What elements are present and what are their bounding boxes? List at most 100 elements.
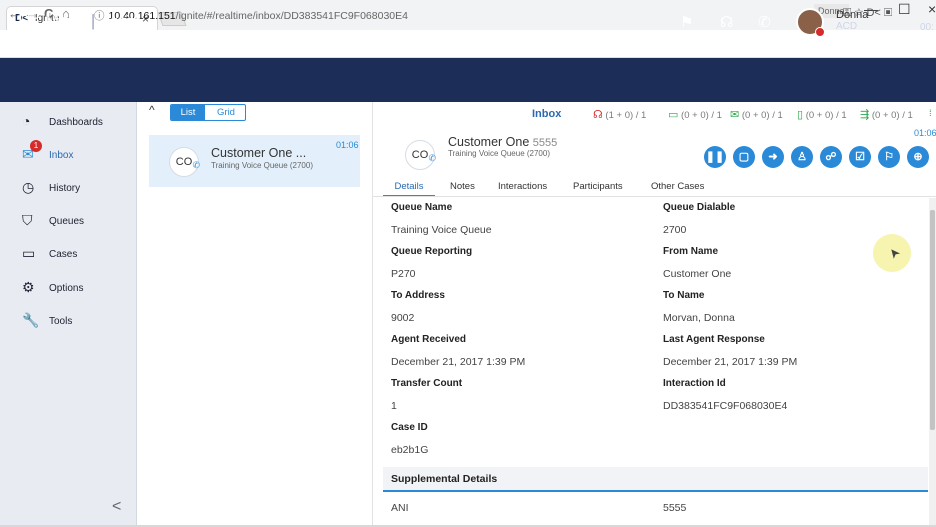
stop-button[interactable]: ▢ — [733, 146, 755, 168]
sms-icon: ▯ — [797, 109, 804, 121]
flag-icon[interactable]: ⚑ — [680, 13, 693, 31]
field-value: December 21, 2017 1:39 PM — [663, 356, 798, 368]
header-timer: 00: — [920, 22, 934, 33]
conference-button[interactable]: ♙ — [791, 146, 813, 168]
gear-icon: ⚙ — [22, 279, 35, 295]
sidebar-item-label: Cases — [49, 249, 78, 260]
address-bar-row — [0, 30, 936, 58]
supplemental-label: ANI — [391, 502, 409, 514]
url-path: /ignite/#/realtime/inbox/DD383541FC9F068… — [175, 10, 408, 22]
details-scrollbar[interactable] — [929, 198, 936, 527]
voice-icon: ☊ — [593, 109, 603, 121]
help-button[interactable]: ⊕ — [907, 146, 929, 168]
tab-interactions[interactable]: Interactions — [498, 181, 547, 192]
open-media-counter-text: (0 + 0) / 1 — [871, 110, 913, 121]
logo-separator: | — [90, 11, 96, 30]
sidebar-item-queues[interactable]: ⛉ Queues — [0, 206, 136, 238]
brand-name: Mitel — [44, 11, 81, 30]
gauge-icon: ◔ — [22, 113, 31, 129]
contact-avatar: CO ✆ — [405, 140, 436, 170]
field-label: Agent Received — [391, 334, 467, 345]
user-name: Donna — [836, 9, 869, 21]
scrollbar-thumb[interactable] — [930, 210, 935, 430]
email-counter[interactable]: ✉ (0 + 0) / 1 — [730, 108, 783, 121]
tabs-divider — [373, 196, 936, 197]
grid-view-button[interactable]: Grid — [205, 105, 245, 120]
mitel-logo-icon: D< — [18, 11, 41, 30]
sidebar-item-cases[interactable]: ▭ Cases — [0, 239, 136, 271]
voice-counter-text: (1 + 0) / 1 — [605, 110, 647, 121]
sidebar-item-label: Queues — [49, 216, 85, 227]
window-maximize-button[interactable]: ☐ — [898, 1, 911, 18]
list-view-button[interactable]: List — [171, 105, 205, 120]
sidebar-item-label: Inbox — [49, 150, 74, 161]
history-icon: ◷ — [22, 179, 35, 195]
page-title: Inbox — [532, 108, 562, 120]
field-label: Queue Name — [391, 202, 453, 213]
app-logo: D< Mitel | Ignite — [18, 11, 142, 31]
more-counters-icon[interactable]: ⁞ — [929, 108, 932, 119]
flag-button[interactable]: ⚐ — [878, 146, 900, 168]
tab-other-cases[interactable]: Other Cases — [651, 181, 704, 192]
field-value: DD383541FC9F068030E4 — [663, 400, 788, 412]
sidebar-item-dashboards[interactable]: ◔ Dashboards — [0, 107, 136, 139]
consult-button[interactable]: ☍ — [820, 146, 842, 168]
sidebar-item-history[interactable]: ◷ History — [0, 173, 136, 205]
app-header — [0, 58, 936, 102]
sidebar-item-label: History — [49, 183, 81, 194]
field-value: 2700 — [663, 224, 687, 236]
contact-initials: CO — [411, 149, 429, 161]
tab-participants[interactable]: Participants — [573, 181, 623, 192]
wrench-icon: 🔧 — [22, 312, 40, 328]
collapse-sidebar-icon[interactable]: < — [112, 498, 121, 516]
field-value: December 21, 2017 1:39 PM — [391, 356, 526, 368]
sidebar-item-inbox[interactable]: ✉ Inbox — [0, 140, 136, 172]
app-name: Ignite — [105, 13, 142, 30]
field-label: To Name — [663, 290, 705, 301]
field-label: Queue Dialable — [663, 202, 736, 213]
presence-status-icon — [815, 27, 825, 37]
field-label: Interaction Id — [663, 378, 726, 389]
contact-avatar: CO ✆ — [169, 147, 200, 177]
voice-counter[interactable]: ☊ (1 + 0) / 1 — [593, 108, 646, 121]
detail-timer: 01:06 — [914, 128, 936, 138]
field-label: From Name — [663, 246, 719, 257]
avatar[interactable] — [796, 8, 825, 37]
open-media-icon: ⇶ — [860, 109, 870, 121]
chat-icon: ▭ — [668, 109, 679, 121]
email-counter-text: (0 + 0) / 1 — [741, 110, 783, 121]
window-close-button[interactable]: × — [928, 1, 936, 17]
contact-name: Customer One — [448, 135, 530, 149]
tab-details[interactable]: Details — [383, 178, 435, 197]
interaction-timer: 01:06 — [336, 140, 359, 150]
sidebar-item-label: Dashboards — [49, 117, 103, 128]
user-info[interactable]: Donna ACD — [836, 9, 868, 33]
field-label: To Address — [391, 290, 445, 301]
phone-icon[interactable]: ✆ — [758, 13, 771, 31]
tab-notes[interactable]: Notes — [450, 181, 475, 192]
sidebar-item-options[interactable]: ⚙ Options — [0, 273, 136, 305]
url-field[interactable]: ⓘ 10.40.161.151/ignite/#/realtime/inbox/D… — [94, 4, 854, 24]
field-value: Morvan, Donna — [663, 312, 735, 324]
sms-counter[interactable]: ▯ (0 + 0) / 1 — [797, 108, 847, 121]
contact-number: 5555 — [532, 137, 558, 149]
hold-button[interactable]: ❚❚ — [704, 146, 726, 168]
chat-counter-text: (0 + 0) / 1 — [681, 110, 722, 121]
detail-queue-name: Training Voice Queue (2700) — [448, 149, 550, 158]
phone-icon: ✆ — [428, 153, 436, 163]
chat-counter[interactable]: ▭ (0 + 0) / 1 — [668, 108, 722, 121]
supplemental-value: 5555 — [663, 502, 687, 514]
field-label: Queue Reporting — [391, 246, 473, 257]
user-status: ACD — [836, 21, 858, 32]
open-media-counter[interactable]: ⇶ (0 + 0) / 1 — [860, 108, 913, 121]
users-icon[interactable]: ☊ — [720, 13, 733, 31]
folder-icon: ▭ — [22, 245, 36, 261]
field-value: eb2b1G — [391, 444, 429, 456]
detail-contact-name: Customer One 5555 — [448, 135, 557, 149]
sidebar-item-tools[interactable]: 🔧 Tools — [0, 306, 136, 338]
chevron-up-icon[interactable]: ^ — [149, 103, 155, 117]
field-label: Case ID — [391, 422, 428, 433]
transfer-button[interactable]: ➜ — [762, 146, 784, 168]
complete-button[interactable]: ☑ — [849, 146, 871, 168]
list-item[interactable]: CO ✆ Customer One ... Training Voice Queu… — [149, 135, 360, 187]
